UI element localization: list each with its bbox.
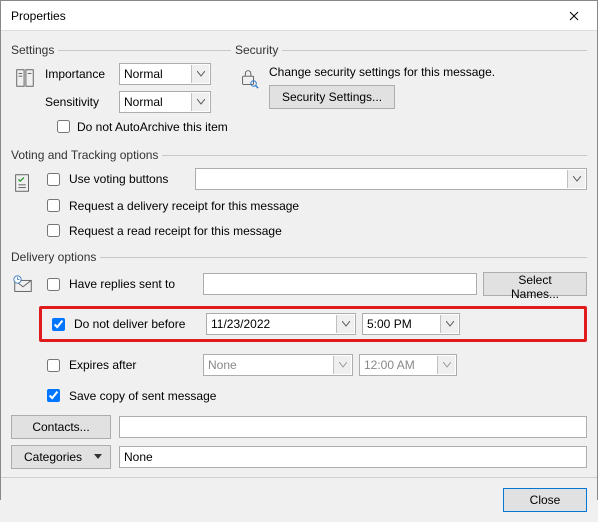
close-button[interactable]: Close [503,488,587,512]
use-voting-label: Use voting buttons [69,172,189,186]
security-settings-button[interactable]: Security Settings... [269,85,395,109]
expires-date-select[interactable]: None [203,354,353,376]
security-group: Security Change security settings for th… [235,43,587,115]
expires-label: Expires after [69,358,197,372]
delivery-receipt-label: Request a delivery receipt for this mess… [69,199,299,213]
save-copy-checkbox[interactable] [47,389,60,402]
have-replies-checkbox[interactable] [47,278,60,291]
autoarchive-label: Do not AutoArchive this item [77,120,228,134]
chevron-down-icon [440,315,458,333]
select-names-button[interactable]: Select Names... [483,272,587,296]
contacts-button[interactable]: Contacts... [11,415,111,439]
security-legend: Security [235,43,282,57]
do-not-deliver-label: Do not deliver before [74,317,200,331]
do-not-deliver-highlight: Do not deliver before 11/23/2022 5:00 PM [39,306,587,342]
window-title: Properties [11,9,551,23]
lock-search-icon [238,67,260,89]
sensitivity-select[interactable]: Normal [119,91,211,113]
voting-group: Voting and Tracking options Use voting b… [11,148,587,242]
dialog-content: Settings Importance [1,31,597,477]
settings-icon [14,67,36,89]
importance-label: Importance [45,67,113,81]
categories-button[interactable]: Categories [11,445,111,469]
chevron-down-icon [336,315,354,333]
chevron-down-icon [333,356,351,374]
chevron-down-icon [567,170,585,188]
expires-time-select[interactable]: 12:00 AM [359,354,457,376]
expires-checkbox[interactable] [47,359,60,372]
settings-legend: Settings [11,43,58,57]
use-voting-checkbox[interactable] [47,173,60,186]
do-not-deliver-time-select[interactable]: 5:00 PM [362,313,460,335]
have-replies-input[interactable] [203,273,477,295]
contacts-input[interactable] [119,416,587,438]
chevron-down-icon [437,356,455,374]
properties-dialog: Properties Settings [0,0,598,500]
read-receipt-checkbox[interactable] [47,224,60,237]
titlebar: Properties [1,1,597,31]
delivery-group: Delivery options Have replies sent to [11,250,587,409]
save-copy-label: Save copy of sent message [69,389,216,403]
do-not-deliver-checkbox[interactable] [52,318,65,331]
voting-legend: Voting and Tracking options [11,148,162,162]
voting-icon [12,172,34,194]
chevron-down-icon [191,93,209,111]
security-text: Change security settings for this messag… [269,63,495,79]
delivery-icon [12,274,34,296]
settings-group: Settings Importance [11,43,231,115]
read-receipt-label: Request a read receipt for this message [69,224,282,238]
sensitivity-label: Sensitivity [45,95,113,109]
have-replies-label: Have replies sent to [69,277,197,291]
voting-buttons-select[interactable] [195,168,587,190]
delivery-legend: Delivery options [11,250,100,264]
delivery-receipt-checkbox[interactable] [47,199,60,212]
categories-input[interactable] [119,446,587,468]
importance-select[interactable]: Normal [119,63,211,85]
caret-down-icon [94,454,102,460]
autoarchive-checkbox[interactable] [57,120,70,133]
close-icon [569,11,579,21]
do-not-deliver-date-select[interactable]: 11/23/2022 [206,313,356,335]
close-window-button[interactable] [551,1,597,31]
chevron-down-icon [191,65,209,83]
